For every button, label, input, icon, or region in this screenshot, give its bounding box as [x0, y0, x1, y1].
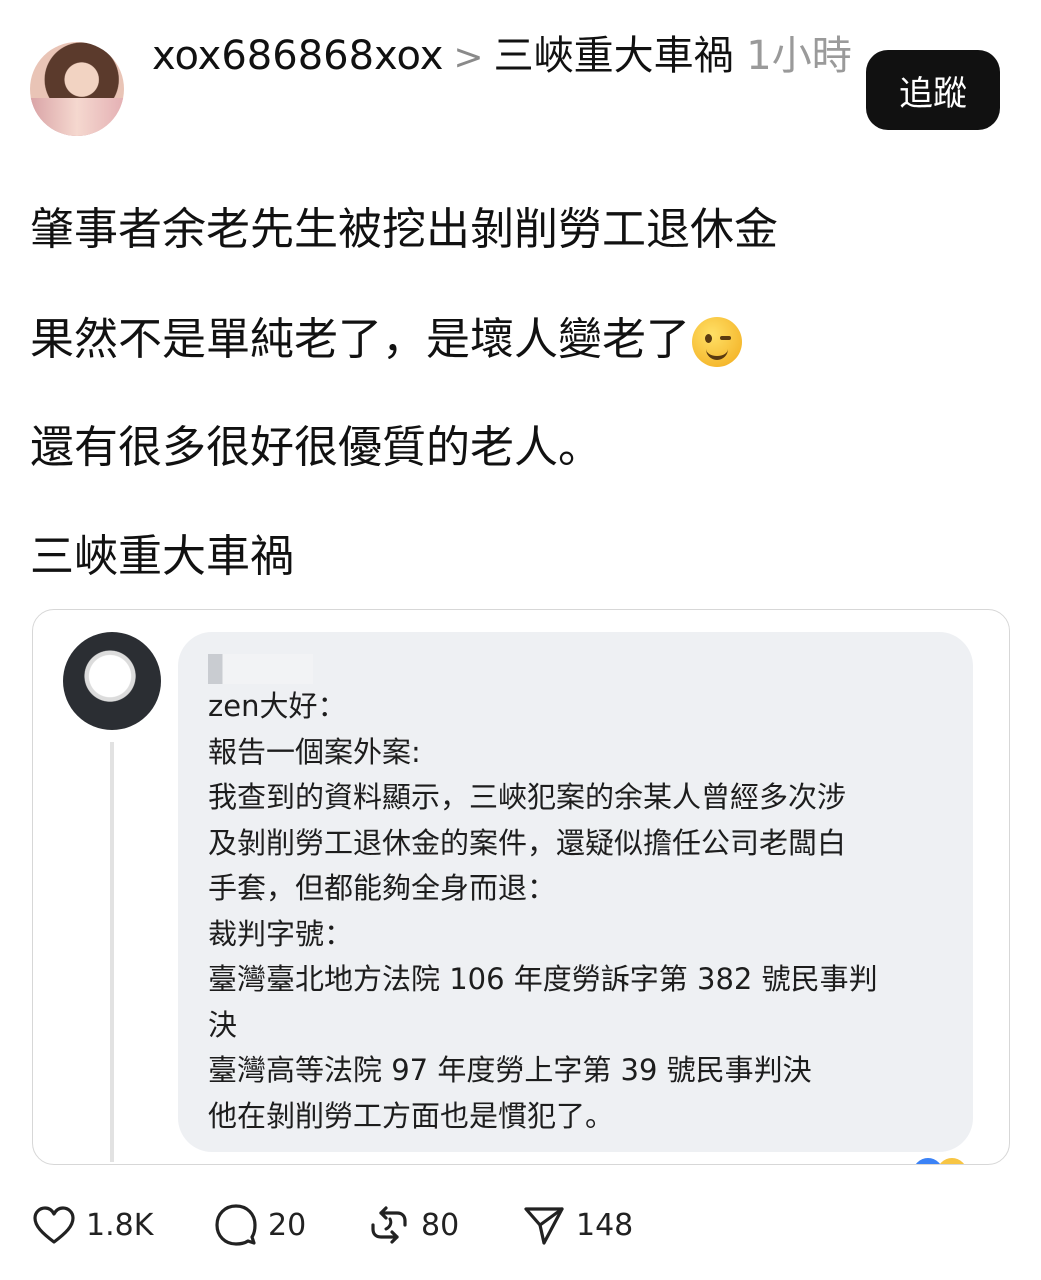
comment-icon — [215, 1204, 257, 1246]
message-line: zen大好： — [208, 689, 347, 723]
quoted-image-card[interactable]: zen大好： 報告一個案外案: 我查到的資料顯示，三峽犯案的余某人曾經多次涉 及… — [32, 609, 1010, 1165]
reaction-icons — [913, 1158, 973, 1164]
comment-count: 20 — [268, 1207, 307, 1243]
share-button[interactable]: 148 — [522, 1195, 633, 1255]
message-line: 他在剝削勞工方面也是慣犯了。 — [208, 1098, 615, 1133]
like-count: 1.8K — [86, 1207, 154, 1243]
emoji-reaction-icon — [937, 1158, 967, 1164]
chevron-right-icon: > — [453, 37, 484, 78]
thread-line — [110, 742, 114, 1162]
share-count: 148 — [576, 1207, 634, 1243]
post-text-line-2-text: 果然不是單純老了，是壞人變老了 — [30, 314, 690, 365]
send-icon — [524, 1207, 564, 1245]
message-line: 臺灣高等法院 97 年度勞上字第 39 號民事判決 — [208, 1053, 812, 1087]
comment-button[interactable]: 20 — [214, 1195, 306, 1255]
like-button[interactable]: 1.8K — [32, 1195, 153, 1255]
post-text-line-4[interactable]: 三峽重大車禍 — [30, 527, 294, 587]
message-line: 及剝削勞工退休金的案件，還疑似擔任公司老闆白 — [208, 825, 847, 860]
quoted-avatar — [63, 632, 161, 730]
post-text-line-3: 還有很多很好很優質的老人。 — [30, 422, 602, 473]
message-line: 報告一個案外案: — [208, 734, 421, 769]
winking-face-icon — [692, 317, 742, 367]
message-text: zen大好： 報告一個案外案: 我查到的資料顯示，三峽犯案的余某人曾經多次涉 及… — [208, 684, 958, 1139]
heart-icon — [33, 1206, 75, 1244]
repost-icon — [371, 1206, 407, 1244]
topic-link[interactable]: 三峽重大車禍 — [494, 33, 734, 79]
action-bar: 1.8K 20 80 148 — [0, 1195, 1041, 1255]
repost-count: 80 — [421, 1207, 460, 1243]
user-avatar[interactable] — [30, 42, 124, 136]
post-meta: xox686868xox > 三峽重大車禍 1小時 — [152, 28, 852, 86]
message-line: 我查到的資料顯示，三峽犯案的余某人曾經多次涉 — [208, 780, 847, 814]
redacted-name — [208, 654, 313, 684]
post-header: xox686868xox > 三峽重大車禍 1小時 追蹤 — [0, 0, 1041, 160]
post-text-line-1: 肇事者余老先生被挖出剝削勞工退休金 — [30, 204, 778, 255]
post-text-line-2: 果然不是單純老了，是壞人變老了 — [30, 310, 742, 370]
message-line: 決 — [208, 1007, 238, 1042]
username-link[interactable]: xox686868xox — [152, 33, 443, 79]
message-bubble: zen大好： 報告一個案外案: 我查到的資料顯示，三峽犯案的余某人曾經多次涉 及… — [178, 632, 973, 1152]
post-time: 1小時 — [746, 33, 852, 79]
follow-button[interactable]: 追蹤 — [866, 50, 1000, 130]
message-line: 手套，但都能夠全身而退： — [208, 871, 557, 905]
repost-button[interactable]: 80 — [367, 1195, 459, 1255]
message-line: 臺灣臺北地方法院 106 年度勞訴字第 382 號民事判 — [208, 962, 878, 996]
message-line: 裁判字號： — [208, 916, 354, 951]
